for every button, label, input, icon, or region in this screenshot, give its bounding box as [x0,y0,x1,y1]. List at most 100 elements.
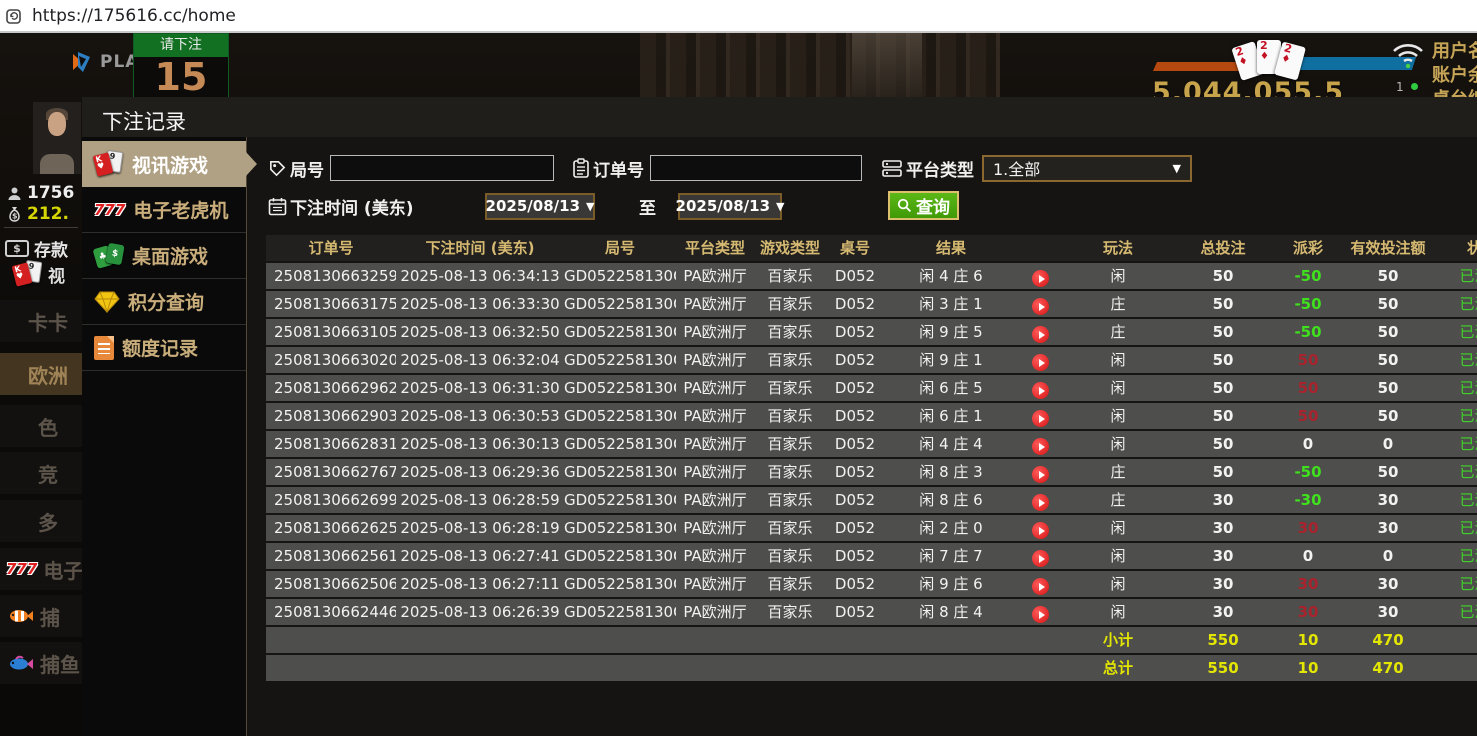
table-row: 250813066296239 2025-08-13 06:31:30 GD05… [266,375,1477,401]
cell-valid-bet: 0 [1382,547,1394,565]
cell-status: 已派彩 [1459,603,1477,621]
replay-play-button[interactable] [1032,606,1049,623]
cell-order-id: 250813066283195 [274,435,396,453]
cell-valid-bet: 0 [1382,435,1394,453]
cell-bet-time: 2025-08-13 06:28:59 [400,491,560,509]
cell-game-type: 百家乐 [767,323,813,341]
cell-game-type: 百家乐 [767,295,813,313]
lobby-menu-item-1[interactable]: 欧洲 [0,353,82,395]
replay-play-button[interactable] [1032,410,1049,427]
lobby-menu-item-0[interactable]: 卡卡 [0,300,82,342]
video-games-shortcut[interactable]: K ♥ 9 视 [11,259,65,289]
replay-play-button[interactable] [1032,382,1049,399]
url-text[interactable]: https://175616.cc/home [32,6,236,26]
grand-total-payout: 10 [1297,659,1319,677]
to-label: 至 [639,198,656,219]
cell-round-id: GD052258130OB [564,547,676,565]
tab-quota-records[interactable]: 额度记录 [82,325,246,371]
bet-prompt-label: 请下注 [134,34,228,57]
cell-payout: 0 [1302,547,1314,565]
order-id-input[interactable] [650,155,862,181]
cell-replay [1018,375,1063,401]
grand-total-row: 总计 550 10 470 [266,655,1477,681]
cell-total-bet: 50 [1212,351,1234,369]
search-button[interactable]: 查询 [888,191,959,220]
cell-bet-time: 2025-08-13 06:33:30 [400,295,560,313]
slot-777-icon: 777 [6,560,38,578]
cell-platform: PA欧洲厅 [683,575,747,593]
replay-play-button[interactable] [1032,494,1049,511]
round-id-input[interactable] [330,155,554,181]
lobby-menu-item-5[interactable]: 777 电子 [0,548,82,590]
replay-play-button[interactable] [1032,270,1049,287]
cell-replay [1018,347,1063,373]
lobby-menu-item-7[interactable]: 捕鱼 [0,642,82,684]
tab-video-games[interactable]: K ♥ 9 视讯游戏 [82,141,257,187]
cell-game-type: 百家乐 [767,351,813,369]
replay-play-button[interactable] [1032,438,1049,455]
cell-table-no: D052 [834,435,876,453]
table-row: 250813066256140 2025-08-13 06:27:41 GD05… [266,543,1477,569]
modal-title: 下注记录 [82,97,1477,137]
date-from-picker[interactable]: 2025/08/13 ▼ [485,192,595,220]
cell-result: 闲 4 庄 4 [919,435,983,453]
replay-play-button[interactable] [1032,354,1049,371]
user-avatar[interactable] [33,102,81,174]
cell-status: 已派彩 [1459,351,1477,369]
lobby-menu-item-6[interactable]: 捕 [0,595,82,637]
replay-play-button[interactable] [1032,326,1049,343]
table-row: 250813066310588 2025-08-13 06:32:50 GD05… [266,319,1477,345]
table-row: 250813066302084 2025-08-13 06:32:04 GD05… [266,347,1477,373]
username-label: 用户名 [1432,41,1477,62]
deposit-button[interactable]: $ 存款 [5,236,68,261]
cell-order-id: 250813066310588 [274,323,396,341]
svg-text:$: $ [12,212,18,221]
round-id-label: 局号 [290,160,324,181]
replay-play-button[interactable] [1032,298,1049,315]
tab-points-query[interactable]: 积分查询 [82,279,246,325]
cell-replay [1018,571,1063,597]
gem-icon [94,291,120,313]
replay-play-button[interactable] [1032,578,1049,595]
platform-type-select[interactable]: 1.全部 ▼ [982,154,1192,182]
cell-replay [1018,487,1063,513]
cell-result: 闲 8 庄 4 [919,603,983,621]
replay-play-button[interactable] [1032,522,1049,539]
cell-payout: -50 [1294,267,1322,285]
cell-total-bet: 30 [1212,519,1234,537]
cell-valid-bet: 50 [1377,351,1399,369]
cell-order-id: 250813066262538 [274,519,396,537]
cell-status: 已派彩 [1459,267,1477,285]
grand-total-label: 总计 [1102,659,1133,677]
cell-platform: PA欧洲厅 [683,323,747,341]
cell-payout: 30 [1297,603,1319,621]
cell-result: 闲 9 庄 6 [919,575,983,593]
replay-play-button[interactable] [1032,550,1049,567]
cell-table-no: D052 [834,575,876,593]
lobby-menu-item-2[interactable]: 色 [0,405,82,447]
seat-1[interactable]: 1 [1396,79,1418,94]
browser-url-bar[interactable]: https://175616.cc/home [0,0,1477,33]
tab-table-games[interactable]: ♣ $ 桌面游戏 [82,233,246,279]
tab-slots[interactable]: 777 电子老虎机 [82,187,246,233]
play-icon [1038,442,1045,451]
cell-play-type: 庄 [1110,323,1126,341]
cell-bet-time: 2025-08-13 06:29:36 [400,463,560,481]
jackpot-cards: 2 ♦ 2 ♦ 2 ♦ [1231,39,1306,81]
column-header: 玩法 [1102,239,1133,257]
lobby-menu-item-4[interactable]: 多 [0,500,82,542]
cell-table-no: D052 [834,267,876,285]
cell-bet-time: 2025-08-13 06:30:53 [400,407,560,425]
lobby-menu-item-3[interactable]: 竞 [0,452,82,494]
cell-result: 闲 3 庄 1 [919,295,983,313]
cell-payout: -50 [1294,323,1322,341]
cell-game-type: 百家乐 [767,519,813,537]
cell-status: 已派彩 [1459,407,1477,425]
play-icon [1038,526,1045,535]
cell-valid-bet: 50 [1377,407,1399,425]
cell-table-no: D052 [834,603,876,621]
date-to-picker[interactable]: 2025/08/13 ▼ [676,192,784,220]
replay-play-button[interactable] [1032,466,1049,483]
page-icon[interactable] [4,6,24,26]
column-header: 下注时间 (美东) [425,239,535,257]
